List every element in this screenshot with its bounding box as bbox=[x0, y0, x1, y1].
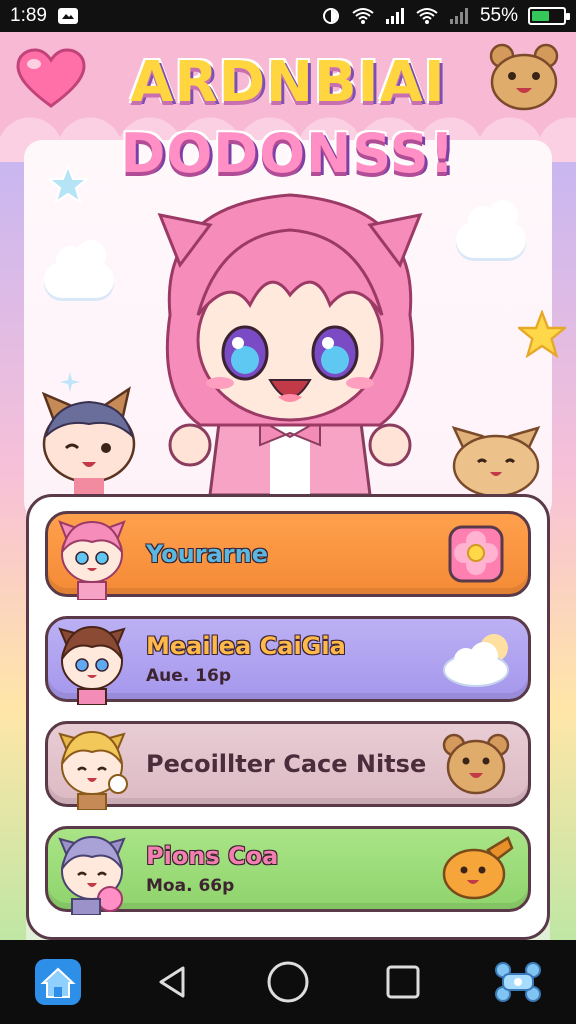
flower-icon bbox=[448, 525, 504, 583]
cloud-decoration bbox=[44, 240, 114, 298]
hero-character-illustration bbox=[157, 193, 423, 495]
blonde-cat-girl-avatar bbox=[58, 730, 128, 810]
back-icon bbox=[159, 966, 185, 998]
nav-home-button[interactable] bbox=[30, 954, 86, 1010]
bone-icon bbox=[495, 962, 542, 1002]
screenshot-icon bbox=[57, 8, 78, 24]
nav-back-button[interactable] bbox=[145, 954, 201, 1010]
battery-percent: 55% bbox=[479, 5, 518, 26]
lavender-cat-girl-avatar bbox=[58, 835, 126, 915]
menu-item-1-title: Yourarne bbox=[146, 540, 268, 568]
cat-mascot-left bbox=[41, 386, 136, 494]
menu-item-2-title: Meailea CaiGia bbox=[146, 632, 346, 660]
heart-icon bbox=[16, 48, 86, 108]
nav-recents-button[interactable] bbox=[375, 954, 431, 1010]
bread-icon bbox=[442, 836, 514, 900]
battery-icon bbox=[528, 7, 570, 25]
wifi-icon bbox=[416, 8, 438, 24]
recents-icon bbox=[386, 965, 420, 999]
navigation-bar bbox=[0, 940, 576, 1024]
menu-item-2[interactable]: Meailea CaiGia Aue. 16p bbox=[45, 616, 531, 705]
bear-icon bbox=[442, 733, 510, 795]
menu-item-3-title: Pecoillter Cace Nitse bbox=[146, 750, 427, 778]
brown-hair-girl-avatar bbox=[58, 625, 126, 705]
menu-item-1[interactable]: Yourarne bbox=[45, 511, 531, 600]
menu-item-3[interactable]: Pecoillter Cace Nitse bbox=[45, 721, 531, 810]
cloud-icon bbox=[443, 634, 509, 687]
home-icon bbox=[34, 959, 81, 1005]
bear-mascot-icon bbox=[489, 43, 559, 111]
cat-mascot-right bbox=[451, 426, 541, 498]
do-not-disturb-icon bbox=[322, 8, 339, 24]
cloud-decoration bbox=[456, 200, 526, 258]
battery-fill bbox=[532, 11, 549, 21]
main-menu-card: Yourarne Meailea CaiGia Aue. 16p Pecoill… bbox=[26, 494, 550, 940]
nav-extra-button[interactable] bbox=[490, 954, 546, 1010]
right-rainbow-border bbox=[550, 162, 576, 940]
signal-icon bbox=[449, 8, 468, 24]
status-bar: 1:89 55% bbox=[0, 0, 576, 32]
star-icon bbox=[518, 310, 566, 358]
home-circle-icon bbox=[267, 961, 309, 1003]
wifi-icon bbox=[352, 8, 374, 24]
nav-home-circle-button[interactable] bbox=[260, 954, 316, 1010]
menu-item-4[interactable]: Pions Coa Moa. 66p bbox=[45, 826, 531, 915]
left-rainbow-border bbox=[0, 162, 26, 940]
pink-cat-girl-avatar bbox=[58, 520, 126, 600]
status-time: 1:89 bbox=[10, 5, 47, 26]
menu-item-2-subtitle: Aue. 16p bbox=[146, 666, 231, 686]
menu-item-4-title: Pions Coa bbox=[146, 842, 279, 870]
menu-item-4-subtitle: Moa. 66p bbox=[146, 876, 235, 896]
signal-icon bbox=[385, 8, 404, 24]
